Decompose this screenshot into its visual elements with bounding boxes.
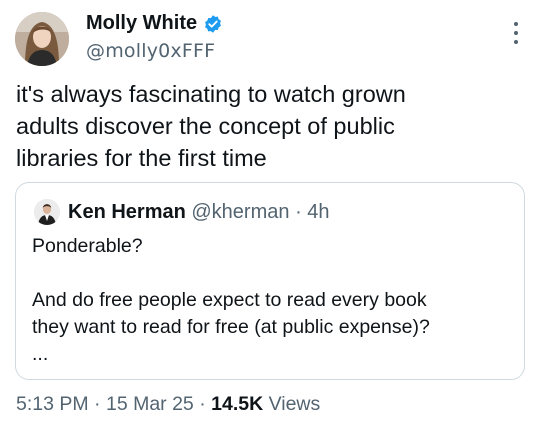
quoted-separator: · (295, 201, 302, 223)
verified-badge-icon (203, 14, 223, 34)
author-photo (15, 12, 69, 66)
author-handle[interactable]: @molly0xFFF (86, 40, 215, 62)
quoted-text: Ponderable? And do free people expect to… (32, 235, 430, 365)
footer-separator: · (94, 393, 101, 415)
quoted-tweet[interactable]: Ken Herman @kherman · 4h Ponderable? And… (15, 182, 525, 380)
post-time[interactable]: 5:13 PM (16, 393, 89, 415)
post-date[interactable]: 15 Mar 25 (106, 393, 194, 415)
tweet-footer: 5:13 PM · 15 Mar 25 · 14.5K Views (16, 393, 320, 416)
quoted-author-handle[interactable]: @kherman (191, 201, 289, 223)
quoted-author-name[interactable]: Ken Herman (68, 201, 186, 223)
author-name[interactable]: Molly White (86, 12, 197, 35)
quoted-author-avatar (34, 199, 60, 225)
author-name-row: Molly White (86, 12, 223, 35)
quoted-time[interactable]: 4h (307, 201, 329, 223)
views-count: 14.5K (211, 393, 264, 415)
author-avatar[interactable] (15, 12, 69, 66)
quoted-header: Ken Herman @kherman · 4h (68, 199, 330, 225)
more-options-icon[interactable] (512, 22, 520, 44)
views-label: Views (268, 393, 321, 415)
footer-separator: · (199, 393, 206, 415)
quoted-author-photo (34, 199, 60, 225)
tweet-text: it's always fascinating to watch grown a… (16, 81, 406, 171)
